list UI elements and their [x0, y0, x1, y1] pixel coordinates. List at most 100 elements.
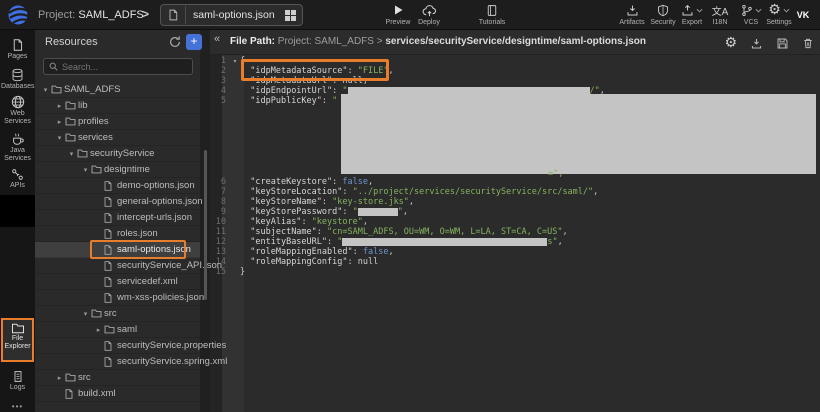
tree-item-label: SAML_ADFS [64, 84, 121, 95]
tree-item-securityService_API.json[interactable]: securityService_API.json [35, 258, 200, 274]
rail-item-databases[interactable]: Databases [0, 68, 35, 91]
security-button[interactable]: Security [646, 3, 680, 27]
panel-scrollbar[interactable] [204, 150, 207, 300]
folder-icon [65, 133, 78, 142]
tree-item-intercept-urls.json[interactable]: intercept-urls.json [35, 210, 200, 226]
tree-expand-arrow[interactable]: ▸ [54, 118, 65, 126]
rail-item-web-services[interactable]: Web Services [0, 95, 35, 126]
tree-expand-arrow[interactable]: ▾ [80, 166, 91, 174]
delete-button[interactable] [802, 37, 814, 50]
tree-item-securityService.spring.xml[interactable]: securityService.spring.xml [35, 354, 200, 370]
tree-item-securityService[interactable]: ▾ securityService [35, 146, 200, 162]
tree-item-label: servicedef.xml [117, 276, 178, 287]
tree-expand-arrow[interactable]: ▸ [93, 326, 104, 334]
tree-item-services[interactable]: ▾ services [35, 130, 200, 146]
search-box[interactable] [43, 58, 193, 75]
file-icon [104, 213, 117, 223]
line-number: 2 [210, 66, 230, 76]
tree-expand-arrow[interactable]: ▾ [80, 310, 91, 318]
i18n-button[interactable]: 文A I18N [706, 3, 734, 27]
tree-item-label: securityService [90, 148, 154, 159]
resources-panel: Resources + ▾SAML_ADFS▸lib▸profiles▾serv… [35, 30, 210, 412]
rail-item-file-explorer[interactable]: File Explorer [0, 323, 35, 351]
tree-item-label: src [78, 372, 91, 383]
code-line-9: 9 "keyStorePassword": "", [210, 207, 820, 217]
file-icon [165, 6, 186, 24]
tray-upload-icon [676, 3, 708, 17]
rail-item-logs[interactable]: Logs [0, 370, 35, 392]
refresh-icon[interactable] [168, 35, 182, 49]
tree-item-profiles[interactable]: ▸profiles [35, 114, 200, 130]
code-line-13: 13 "roleMappingEnabled": false, [210, 247, 820, 257]
tree-item-servicedef.xml[interactable]: servicedef.xml [35, 274, 200, 290]
tree-item-saml-options.json[interactable]: saml-options.json [35, 242, 200, 258]
tree-expand-arrow[interactable]: ▸ [54, 374, 65, 382]
folder-icon [65, 117, 78, 126]
tree-item-label: intercept-urls.json [117, 212, 192, 223]
rail-item-apis[interactable]: APIs [0, 168, 35, 190]
editor-header: « File Path: Project: SAML_ADFS > servic… [210, 30, 820, 55]
editor-settings-button[interactable]: ⚙ [724, 34, 737, 52]
preview-button[interactable]: Preview [382, 3, 414, 27]
collapse-panel-icon[interactable]: « [214, 33, 220, 45]
project-name: SAML_ADFS [78, 9, 143, 21]
publickey-tail-text: =", [548, 169, 563, 179]
tray-download-icon [614, 3, 650, 17]
tree-item-label: securityService.properties [117, 340, 226, 351]
tree-item-general-options.json[interactable]: general-options.json [35, 194, 200, 210]
tree-item-wm-xss-policies.json[interactable]: wm-xss-policies.json [35, 290, 200, 306]
code-line-11: 11 "subjectName": "cn=SAML_ADFS, OU=WM, … [210, 227, 820, 237]
file-icon [104, 229, 117, 239]
tree-item-label: services [78, 132, 113, 143]
code-line-10: 10 "keyAlias": "keystore", [210, 217, 820, 227]
app-window: Project: SAML_ADFS > saml-options.json P… [0, 0, 820, 412]
tree-item-demo-options.json[interactable]: demo-options.json [35, 178, 200, 194]
artifacts-button[interactable]: Artifacts [614, 3, 650, 27]
tree-item-securityService.properties[interactable]: securityService.properties [35, 338, 200, 354]
tree-item-label: demo-options.json [117, 180, 195, 191]
tree-item-saml[interactable]: ▸ saml [35, 322, 200, 338]
tree-item-build.xml[interactable]: build.xml [35, 386, 200, 402]
fold-arrow-icon[interactable]: ▾ [230, 58, 240, 65]
code-line-12: 12 "entityBaseURL": "s", [210, 237, 820, 247]
dashboard-grid-icon[interactable] [285, 10, 296, 21]
tree-item-SAML_ADFS[interactable]: ▾ SAML_ADFS [35, 82, 200, 98]
gear-icon: ⚙ [724, 35, 737, 51]
user-avatar[interactable]: VK [792, 4, 814, 26]
code-editor[interactable]: 1▾{2 "idpMetadataSource": "FILE",3 "idpM… [210, 55, 820, 412]
line-number: 7 [210, 187, 230, 197]
tree-item-label: src [104, 308, 117, 319]
tree-item-label: saml [117, 324, 137, 335]
line-number: 13 [210, 247, 230, 257]
folder-icon [104, 325, 117, 334]
add-resource-button[interactable]: + [186, 34, 202, 50]
export-button[interactable]: Export [676, 3, 708, 27]
tree-expand-arrow[interactable]: ▾ [66, 150, 77, 158]
settings-button[interactable]: ⚙ Settings [762, 3, 796, 27]
tree-item-label: securityService.spring.xml [117, 356, 227, 367]
tree-item-src[interactable]: ▸ src [35, 370, 200, 386]
redaction-block-publickey [341, 94, 816, 174]
line-number: 4 [210, 86, 230, 96]
tutorials-button[interactable]: Tutorials [472, 3, 512, 27]
breadcrumb-chevron-icon: > [142, 7, 149, 21]
line-number: 5 [210, 96, 230, 106]
redacted-icon-block [0, 195, 35, 227]
tree-expand-arrow[interactable]: ▾ [40, 86, 51, 94]
tree-item-lib[interactable]: ▸lib [35, 98, 200, 114]
tree-item-label: general-options.json [117, 196, 203, 207]
file-path-breadcrumb: File Path: Project: SAML_ADFS > services… [230, 36, 646, 47]
rail-item-java-services[interactable]: Java Services [0, 132, 35, 163]
rail-item-pages[interactable]: Pages [0, 38, 35, 61]
tree-item-designtime[interactable]: ▾designtime [35, 162, 200, 178]
rail-overflow-button[interactable]: ••• [0, 402, 35, 411]
search-input[interactable] [62, 62, 182, 72]
download-button[interactable] [750, 37, 763, 50]
tree-item-src[interactable]: ▾ src [35, 306, 200, 322]
left-nav-rail: Pages Databases Web Services Java Servic… [0, 30, 35, 412]
deploy-button[interactable]: Deploy [412, 3, 446, 27]
save-button[interactable] [776, 37, 789, 50]
tree-expand-arrow[interactable]: ▾ [54, 134, 65, 142]
open-file-tab[interactable]: saml-options.json [160, 4, 303, 26]
tree-expand-arrow[interactable]: ▸ [54, 102, 65, 110]
